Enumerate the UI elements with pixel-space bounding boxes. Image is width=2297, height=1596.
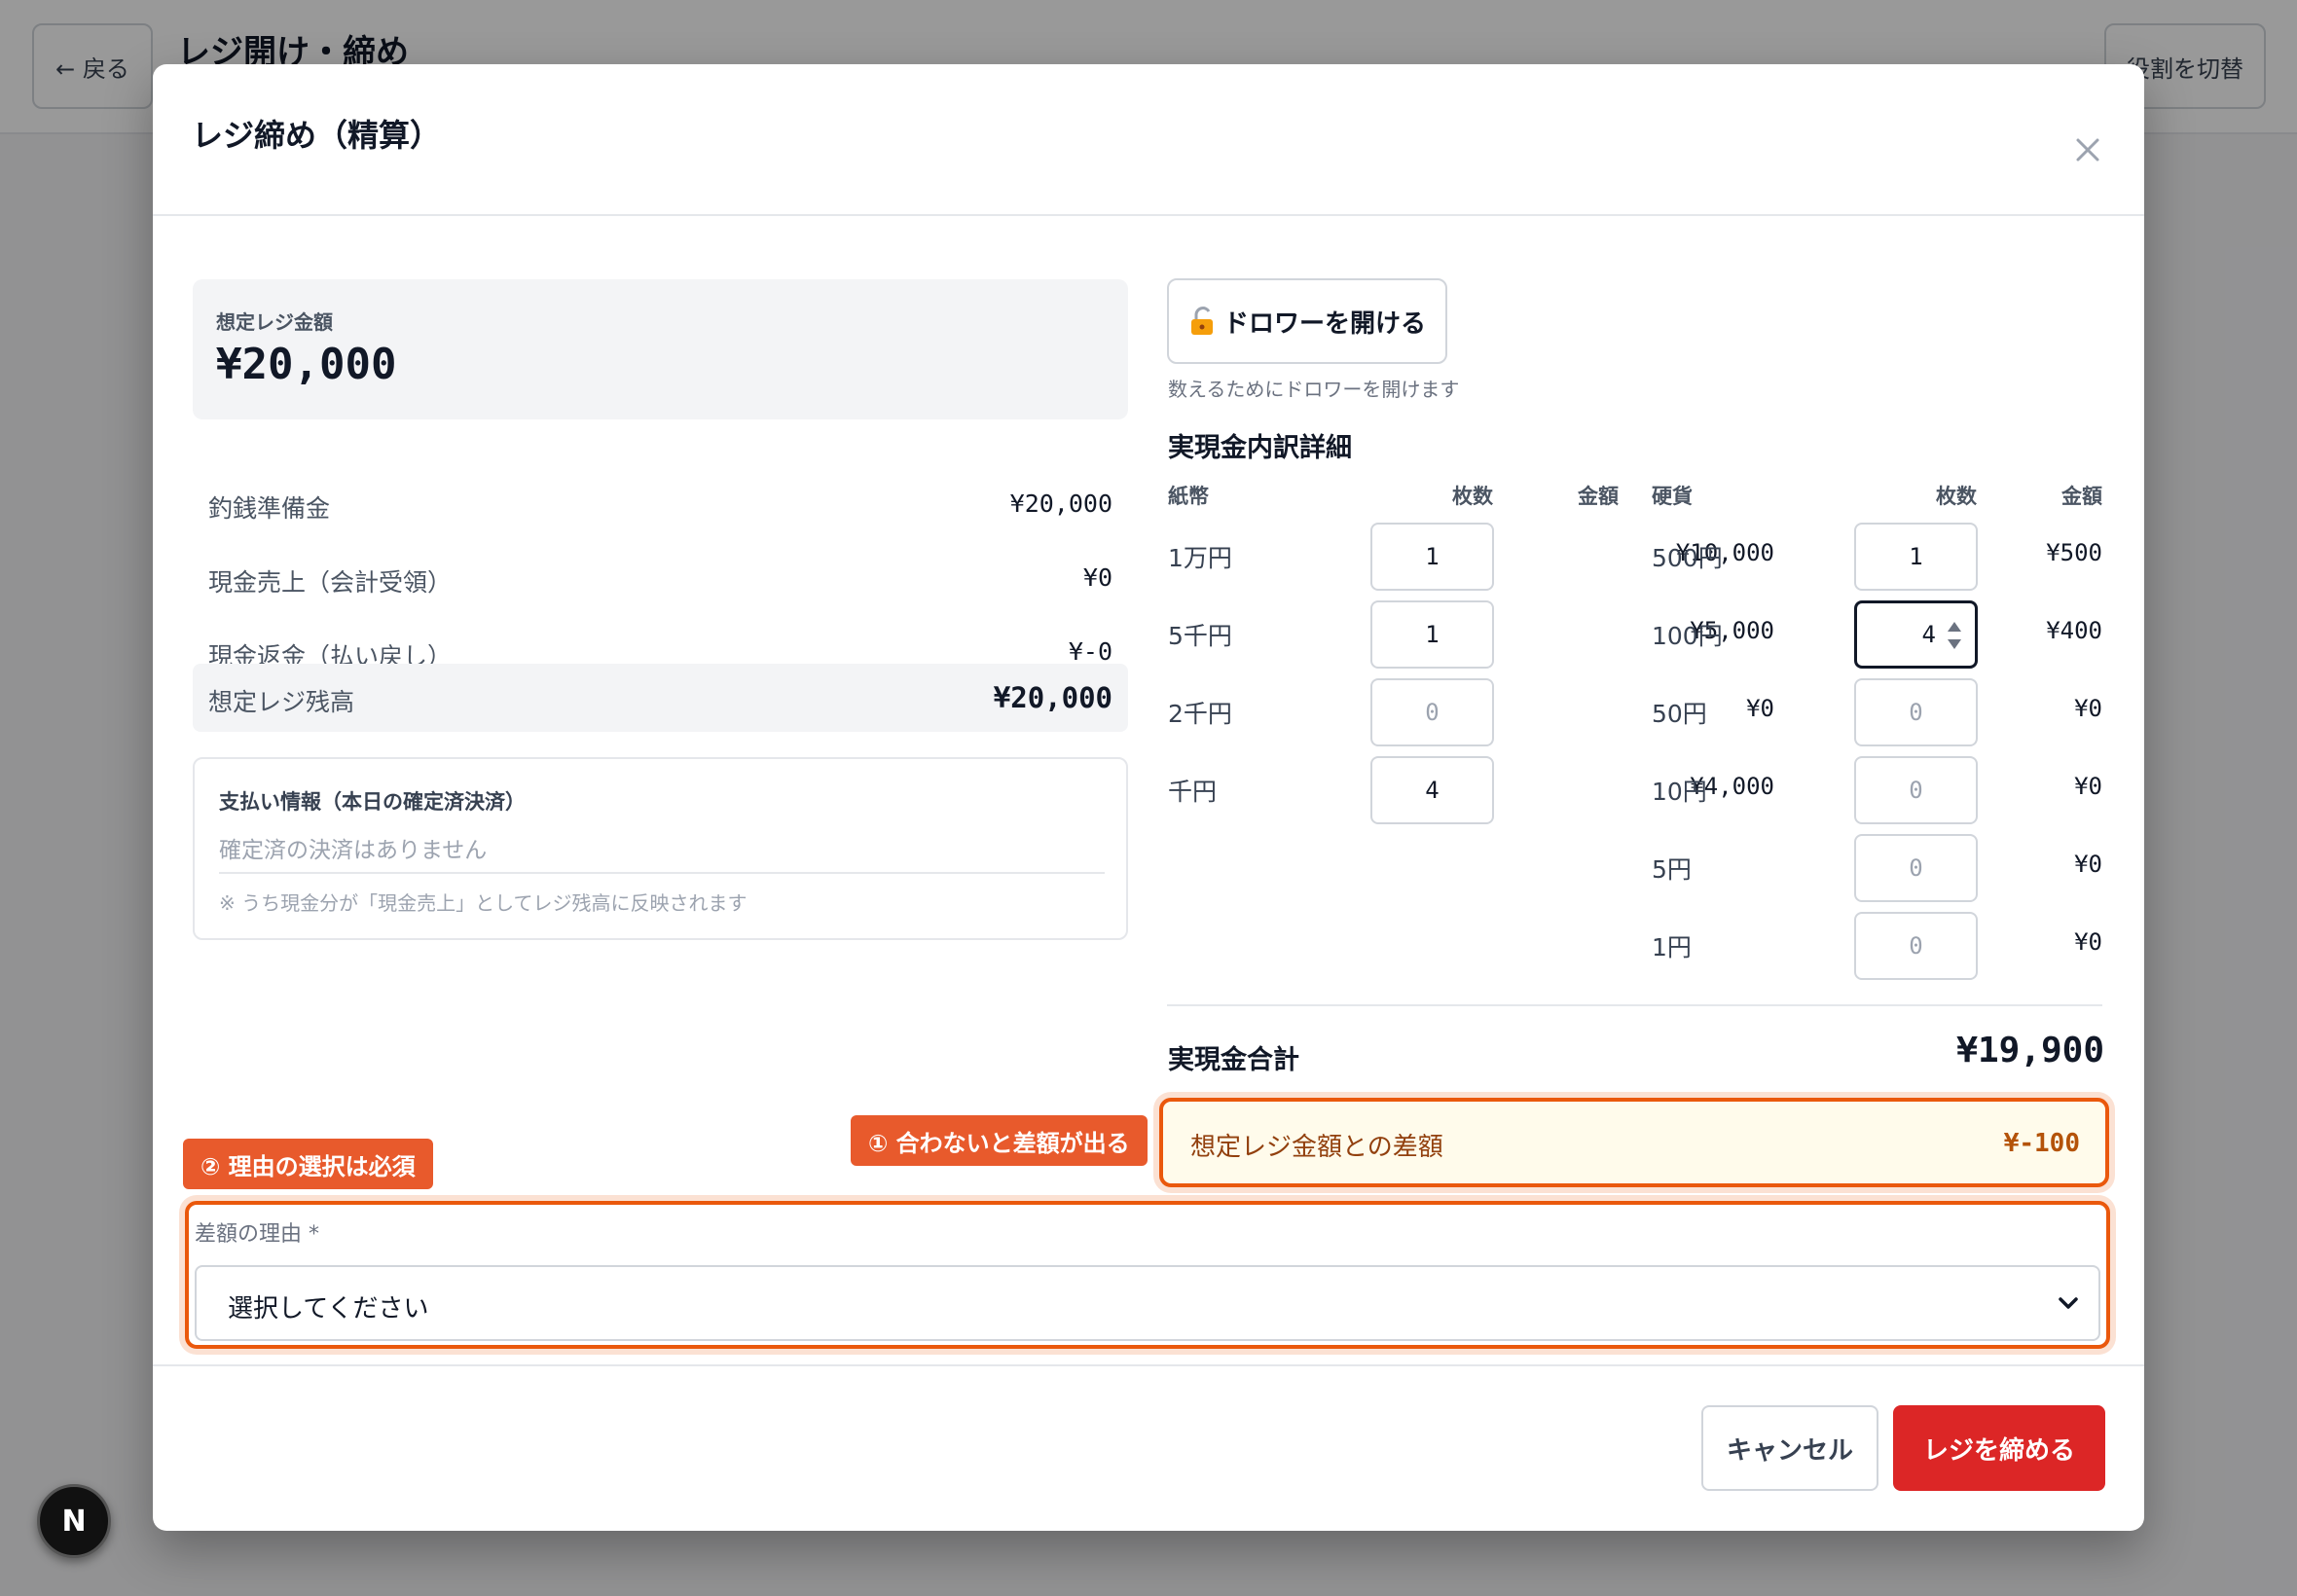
close-icon[interactable] [2068,130,2107,169]
reason-label: 差額の理由 * [195,1222,319,1247]
payment-info-title: 支払い情報（本日の確定済決済） [219,790,526,814]
total-divider [1167,1004,2102,1006]
unlock-icon [1190,307,1213,335]
expected-balance-label: 想定レジ残高 [208,688,355,716]
payment-info-divider [219,872,1105,874]
bill-qty-input[interactable]: 1 [1370,600,1494,669]
reason-field: 差額の理由 * 選択してください [185,1201,2110,1349]
bill-qty-input[interactable]: 1 [1370,523,1494,591]
bills-amount-header: 金額 [1578,485,1619,508]
bills-header: 紙幣 [1168,485,1209,508]
payment-info-card: 支払い情報（本日の確定済決済） 確定済の決済はありません ※ うち現金分が「現金… [193,757,1128,940]
summary-value: ¥20,000 [1009,490,1112,518]
reason-select[interactable]: 選択してください [195,1265,2100,1341]
bill-label: 千円 [1168,778,1218,806]
coin-label: 50円 [1652,700,1707,728]
header-divider [153,214,2144,216]
drawer-hint: 数えるためにドロワーを開けます [1168,378,1460,401]
bills-qty-header: 枚数 [1452,485,1493,508]
actual-cash-total-value: ¥19,900 [1956,1031,2104,1070]
coins-qty-header: 枚数 [1936,485,1977,508]
summary-row: 釣銭準備金 ¥20,000 [193,470,1128,538]
coins-header: 硬貨 [1652,485,1693,508]
payment-info-empty: 確定済の決済はありません [219,838,488,863]
bill-label: 5千円 [1168,622,1232,650]
bill-qty-input[interactable]: 4 [1370,756,1494,824]
expected-amount-value: ¥20,000 [216,340,397,389]
bill-label: 1万円 [1168,544,1232,572]
open-drawer-button[interactable]: ドロワーを開ける [1167,278,1447,364]
coin-label: 5円 [1652,855,1692,884]
difference-callout: ① 合わないと差額が出る [851,1115,1148,1166]
cancel-button[interactable]: キャンセル [1701,1405,1878,1491]
coin-label: 500円 [1652,544,1723,572]
reason-callout: ② 理由の選択は必須 [183,1139,433,1189]
difference-value: ¥-100 [2003,1129,2080,1158]
modal-title: レジ締め（精算） [192,117,442,154]
summary-label: 現金売上（会計受領） [208,568,453,597]
coin-amount: ¥0 [2074,928,2102,956]
chevron-down-icon [2059,1297,2078,1309]
coin-label: 10円 [1652,778,1707,806]
coin-label: 1円 [1652,933,1692,961]
coin-label: 100円 [1652,622,1723,650]
expected-amount-card: 想定レジ金額 ¥20,000 [193,279,1128,419]
close-register-button[interactable]: レジを締める [1893,1405,2105,1491]
payment-info-note: ※ うち現金分が「現金売上」としてレジ残高に反映されます [219,891,747,915]
expected-amount-label: 想定レジ金額 [216,310,333,334]
breakdown-title: 実現金内訳詳細 [1168,433,1352,463]
coin-amount: ¥0 [2074,773,2102,800]
summary-value: ¥0 [1082,563,1112,592]
coin-amount: ¥0 [2074,851,2102,878]
footer-divider [153,1364,2144,1366]
bill-label: 2千円 [1168,700,1232,728]
coin-amount: ¥400 [2046,617,2102,644]
coins-amount-header: 金額 [2061,485,2102,508]
difference-row: 想定レジ金額との差額 ¥-100 [1159,1098,2109,1187]
expected-balance-value: ¥20,000 [993,681,1112,714]
close-register-modal: レジ締め（精算） 想定レジ金額 ¥20,000 釣銭準備金 ¥20,000 現金… [153,64,2144,1531]
coin-amount: ¥0 [2074,695,2102,722]
reason-selected-value: 選択してください [228,1294,429,1324]
coin-qty-value: 4 [1921,621,1936,648]
actual-cash-total-label: 実現金合計 [1168,1045,1299,1075]
open-drawer-label: ドロワーを開ける [1222,308,1426,339]
summary-label: 釣銭準備金 [208,494,331,523]
difference-label: 想定レジ金額との差額 [1190,1133,1443,1162]
expected-balance-row: 想定レジ残高 ¥20,000 [193,664,1128,732]
bill-qty-input[interactable]: 0 [1370,678,1494,746]
dev-tools-badge[interactable]: N [37,1484,111,1558]
summary-row: 現金売上（会計受領） ¥0 [193,544,1128,612]
coin-amount: ¥500 [2046,539,2102,566]
summary-value: ¥-0 [1068,637,1112,666]
